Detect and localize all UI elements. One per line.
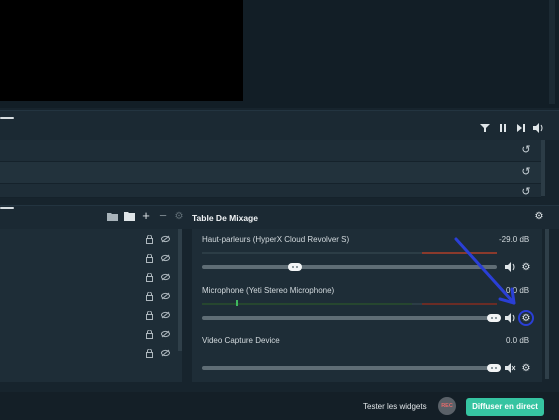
gear-icon[interactable]: ⚙ <box>533 211 545 223</box>
annotation-arrow <box>454 237 534 326</box>
list-item[interactable]: ↺ <box>0 162 541 184</box>
lock-icon[interactable] <box>146 254 153 263</box>
filter-icon[interactable] <box>479 123 491 135</box>
mixer-title: Table De Mixage <box>192 213 258 223</box>
volume-slider[interactable] <box>202 366 497 370</box>
eye-off-icon[interactable] <box>161 349 170 357</box>
folder-add-icon[interactable] <box>106 211 118 223</box>
reset-icon[interactable]: ↺ <box>521 167 531 178</box>
reset-icon[interactable]: ↺ <box>521 145 531 156</box>
preview-area <box>0 0 559 108</box>
minus-icon[interactable]: − <box>157 209 169 222</box>
eye-off-icon[interactable] <box>161 292 170 300</box>
reset-icon[interactable]: ↺ <box>521 187 531 198</box>
status-bar: Tester les widgets REC Diffuser en direc… <box>0 392 559 420</box>
pause-icon[interactable] <box>497 123 509 135</box>
lock-icon[interactable] <box>146 311 153 320</box>
eye-off-icon[interactable] <box>161 311 170 319</box>
mixer-source-name: Video Capture Device <box>202 336 280 345</box>
lock-icon[interactable] <box>146 235 153 244</box>
gear-icon[interactable]: ⚙ <box>520 363 532 375</box>
volume-slider-knob[interactable] <box>487 364 501 372</box>
lock-icon[interactable] <box>146 330 153 339</box>
source-row[interactable] <box>0 286 178 305</box>
folder-icon[interactable] <box>123 211 135 223</box>
source-row[interactable] <box>0 267 178 286</box>
sources-list <box>0 229 182 382</box>
dock-header <box>0 110 559 140</box>
list-item[interactable]: ↺ <box>0 140 541 162</box>
minimize-handle[interactable] <box>0 117 14 119</box>
skip-icon[interactable] <box>515 123 527 135</box>
mixer-source-name: Haut-parleurs (HyperX Cloud Revolver S) <box>202 235 350 244</box>
source-row[interactable] <box>0 324 178 343</box>
sources-scrollbar[interactable] <box>178 229 182 351</box>
list-scrollbar[interactable] <box>541 140 545 196</box>
mixer-source-name: Microphone (Yeti Stereo Microphone) <box>202 286 335 295</box>
gear-icon[interactable]: ⚙ <box>173 211 185 223</box>
source-row[interactable] <box>0 343 178 362</box>
lock-icon[interactable] <box>146 292 153 301</box>
eye-off-icon[interactable] <box>161 330 170 338</box>
volume-slider-knob[interactable] <box>288 263 302 271</box>
eye-off-icon[interactable] <box>161 273 170 281</box>
lock-icon[interactable] <box>146 273 153 282</box>
source-row[interactable] <box>0 305 178 324</box>
minimize-handle[interactable] <box>0 207 14 209</box>
mixer-scrollbar[interactable] <box>545 229 549 379</box>
go-live-button[interactable]: Diffuser en direct <box>466 398 544 416</box>
list-item[interactable]: ↺ <box>0 184 541 198</box>
source-row[interactable] <box>0 229 178 248</box>
eye-off-icon[interactable] <box>161 235 170 243</box>
test-widgets-link[interactable]: Tester les widgets <box>363 402 427 411</box>
rec-button[interactable]: REC <box>438 397 456 415</box>
preview-scrollbar[interactable] <box>549 0 555 104</box>
mixer-source-db: 0.0 dB <box>506 336 530 345</box>
plus-icon[interactable]: + <box>140 209 152 222</box>
source-row[interactable] <box>0 248 178 267</box>
eye-off-icon[interactable] <box>161 254 170 262</box>
lock-icon[interactable] <box>146 349 153 358</box>
speaker-muted-icon[interactable] <box>504 363 516 375</box>
bottom-dock-header: + − ⚙ Table De Mixage ⚙ <box>0 205 559 229</box>
stream-preview <box>0 0 243 101</box>
speaker-icon[interactable] <box>532 123 544 135</box>
